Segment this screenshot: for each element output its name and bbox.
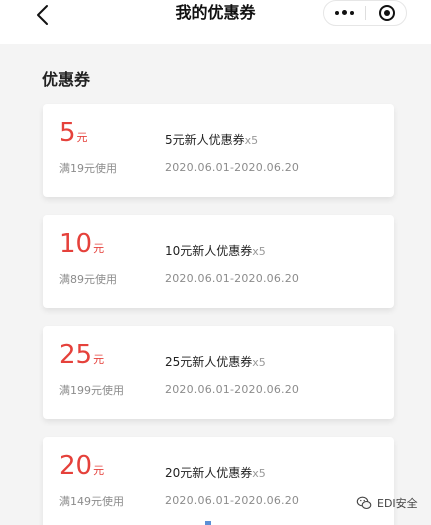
coupon-quantity: x5 [252,467,266,480]
coupon-condition: 满89元使用 [59,273,117,286]
coupon-card[interactable]: 20元 满149元使用 20元新人优惠券x5 2020.06.01-2020.0… [43,437,394,525]
watermark-text: EDI安全 [377,497,418,510]
coupon-validity: 2020.06.01-2020.06.20 [165,383,300,396]
wechat-logo-icon [356,496,372,510]
coupon-card[interactable]: 10元 满89元使用 10元新人优惠券x5 2020.06.01-2020.06… [43,215,394,308]
coupon-name: 5元新人优惠券x5 [165,131,258,148]
coupon-name: 25元新人优惠券x5 [165,353,266,370]
coupon-quantity: x5 [244,134,259,147]
coupon-amount-value: 25 [59,340,93,370]
target-circle-icon [378,5,395,21]
watermark: EDI安全 [356,495,418,511]
coupon-condition: 满199元使用 [59,384,124,397]
coupon-amount: 5元 [59,118,88,148]
coupon-amount-value: 10 [59,229,93,259]
coupon-page: 我的优惠券 优惠券 5元 满19元使用 5元新人优惠券x5 2020.06.01… [0,0,431,525]
coupon-validity: 2020.06.01-2020.06.20 [165,161,300,174]
coupon-amount: 25元 [59,340,104,370]
more-dots-icon [335,10,354,16]
coupon-condition: 满19元使用 [59,162,117,175]
coupon-name: 10元新人优惠券x5 [165,242,266,259]
nav-bar: 我的优惠券 [0,0,431,44]
coupon-quantity: x5 [252,356,266,369]
more-button[interactable] [324,1,365,25]
coupon-amount-unit: 元 [93,242,105,255]
coupon-quantity: x5 [252,245,266,258]
close-miniprogram-button[interactable] [366,1,407,25]
coupon-amount-unit: 元 [76,131,88,144]
coupon-amount: 20元 [59,451,104,481]
coupon-amount-value: 20 [59,451,93,481]
coupon-validity: 2020.06.01-2020.06.20 [165,272,300,285]
coupon-amount: 10元 [59,229,104,259]
coupon-amount-unit: 元 [93,464,105,477]
coupon-name: 20元新人优惠券x5 [165,464,266,481]
coupon-amount-value: 5 [59,118,76,148]
coupon-name-text: 5元新人优惠券 [165,133,245,147]
coupon-name-text: 25元新人优惠券 [165,355,253,369]
scroll-indicator [205,521,211,525]
coupon-card[interactable]: 25元 满199元使用 25元新人优惠券x5 2020.06.01-2020.0… [43,326,394,419]
capsule-menu [323,0,407,26]
coupon-condition: 满149元使用 [59,495,124,508]
coupon-amount-unit: 元 [93,353,105,366]
coupon-card[interactable]: 5元 满19元使用 5元新人优惠券x5 2020.06.01-2020.06.2… [43,104,394,197]
section-title: 优惠券 [42,70,91,89]
coupon-validity: 2020.06.01-2020.06.20 [165,494,300,507]
coupon-name-text: 20元新人优惠券 [165,466,253,480]
coupon-name-text: 10元新人优惠券 [165,244,253,258]
